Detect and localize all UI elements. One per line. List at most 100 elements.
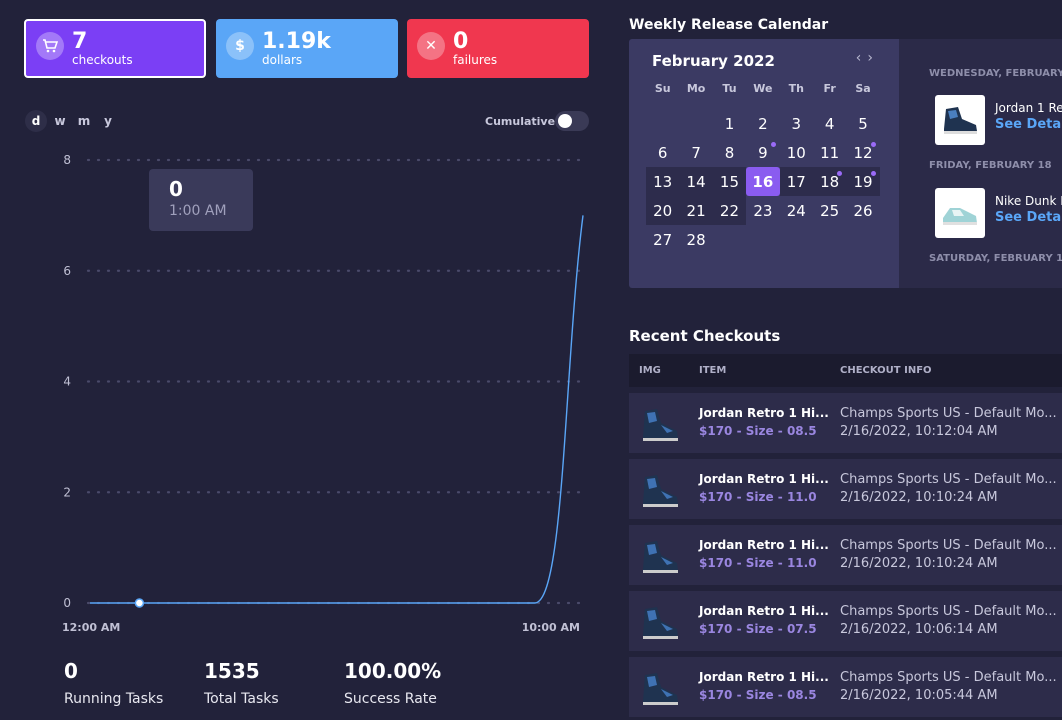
release-item[interactable]: Nike Dunk Low See Details	[935, 188, 1062, 238]
calendar-day-number: 21	[686, 201, 706, 220]
calendar-day[interactable]: 8	[713, 138, 746, 167]
sneaker-thumbnail	[643, 673, 678, 705]
release-dot-icon	[870, 171, 876, 176]
checkout-time: 2/16/2022, 10:10:24 AM	[840, 490, 998, 505]
weekday-header: We	[753, 81, 773, 95]
dollars-value: 1.19k	[262, 29, 331, 54]
header-img: IMG	[639, 365, 661, 376]
weekday-header: Mo	[686, 81, 706, 95]
calendar-day-number: 28	[686, 230, 706, 249]
calendar-day[interactable]: 12	[846, 138, 879, 167]
success-rate-label: Success Rate	[344, 691, 437, 707]
sneaker-thumbnail	[935, 188, 985, 238]
calendar-day-number: 5	[858, 114, 868, 133]
calendar-day-number: 8	[724, 143, 735, 162]
calendar-day[interactable]: 25	[813, 196, 846, 225]
calendar-day-number: 18	[820, 172, 840, 191]
calendar-day[interactable]: 26	[846, 196, 879, 225]
calendar-day[interactable]: 5	[846, 109, 879, 138]
table-row[interactable]: Jordan Retro 1 Hi... $170 - Size - 11.0 Ch…	[629, 525, 1062, 585]
item-name: Jordan Retro 1 Hi...	[699, 472, 829, 486]
calendar-day[interactable]: 28	[679, 225, 712, 254]
see-details-link[interactable]: See Details	[995, 117, 1062, 132]
calendar-day-number: 20	[653, 201, 673, 220]
series-line	[90, 215, 584, 604]
dollars-card[interactable]: $ 1.19k dollars	[216, 19, 398, 78]
tab-year[interactable]: y	[97, 110, 119, 132]
sneaker-thumbnail	[935, 95, 985, 145]
release-name: Jordan 1 Retro High	[995, 101, 1062, 115]
see-details-link[interactable]: See Details	[995, 210, 1062, 225]
table-row[interactable]: Jordan Retro 1 Hi... $170 - Size - 08.5 Ch…	[629, 657, 1062, 717]
calendar-day[interactable]: 23	[746, 196, 779, 225]
calendar-day-number: 16	[752, 172, 774, 191]
calendar-day[interactable]: 16	[746, 167, 780, 196]
calendar-empty	[646, 109, 679, 138]
calendar-day[interactable]: 15	[712, 167, 747, 196]
sneaker-thumbnail	[643, 541, 678, 573]
weekday-header: Th	[788, 81, 804, 95]
tab-month[interactable]: m	[73, 110, 95, 132]
cumulative-toggle[interactable]	[555, 111, 589, 131]
calendar-day[interactable]: 14	[679, 167, 713, 196]
chevron-left-icon[interactable]: ‹	[856, 50, 868, 66]
y-tick-label: 8	[63, 153, 71, 167]
failures-card[interactable]: ✕ 0 failures	[407, 19, 589, 78]
calendar-day-number: 26	[853, 201, 873, 220]
item-price-size: $170 - Size - 08.5	[699, 424, 817, 438]
y-tick-label: 0	[63, 596, 71, 610]
table-row[interactable]: Jordan Retro 1 Hi... $170 - Size - 11.0 Ch…	[629, 459, 1062, 519]
calendar-day[interactable]: 17	[779, 167, 813, 196]
table-row[interactable]: Jordan Retro 1 Hi... $170 - Size - 08.5 Ch…	[629, 393, 1062, 453]
calendar-day[interactable]: 20	[646, 196, 680, 225]
release-dot-icon	[837, 171, 843, 176]
release-item[interactable]: Jordan 1 Retro High See Details	[935, 95, 1062, 145]
calendar-day[interactable]: 27	[646, 225, 679, 254]
checkout-time: 2/16/2022, 10:05:44 AM	[840, 688, 998, 703]
item-price-size: $170 - Size - 11.0	[699, 556, 817, 570]
calendar-day[interactable]: 10	[780, 138, 813, 167]
cumulative-label: Cumulative	[485, 115, 556, 128]
cart-icon	[36, 32, 64, 60]
item-name: Jordan Retro 1 Hi...	[699, 670, 829, 684]
calendar-day[interactable]: 21	[679, 196, 713, 225]
calendar-day[interactable]: 6	[646, 138, 679, 167]
calendar-day[interactable]: 24	[780, 196, 813, 225]
table-row[interactable]: Jordan Retro 1 Hi... $170 - Size - 07.5 Ch…	[629, 591, 1062, 651]
calendar-day[interactable]: 13	[646, 167, 680, 196]
calendar-day[interactable]: 2	[746, 109, 779, 138]
item-name: Jordan Retro 1 Hi...	[699, 406, 829, 420]
chevron-right-icon[interactable]: ›	[867, 50, 879, 66]
calendar-day-number: 23	[753, 201, 773, 220]
header-checkout-info: CHECKOUT INFO	[840, 365, 932, 376]
y-tick-label: 6	[63, 264, 71, 278]
sneaker-thumbnail	[643, 409, 678, 441]
checkout-store: Champs Sports US - Default Mo...	[840, 670, 1057, 685]
calendar-day-number: 15	[719, 172, 740, 191]
calendar-day[interactable]: 7	[679, 138, 712, 167]
total-tasks-stat: 1535 Total Tasks	[204, 659, 279, 707]
calendar-day[interactable]: 9	[746, 138, 779, 167]
checkout-chart[interactable]: 0 2 4 6 8 12:00 AM 10:00 AM	[0, 140, 600, 640]
calendar-day[interactable]: 19	[846, 167, 880, 196]
checkouts-card[interactable]: 7 checkouts	[24, 19, 206, 78]
close-icon: ✕	[417, 32, 445, 60]
calendar-day[interactable]: 11	[813, 138, 846, 167]
item-name: Jordan Retro 1 Hi...	[699, 538, 829, 552]
calendar-day[interactable]: 22	[712, 196, 747, 225]
release-dot-icon	[770, 142, 776, 147]
release-calendar: February 2022 ‹› Su Mo Tu We Th Fr Sa 1 2 3 4 5 6 7 8 9…	[629, 39, 899, 288]
sneaker-thumbnail	[643, 607, 678, 639]
release-dot-icon	[870, 142, 876, 147]
tab-week[interactable]: w	[49, 110, 71, 132]
calendar-day[interactable]: 18	[812, 167, 847, 196]
calendar-day[interactable]: 4	[813, 109, 846, 138]
calendar-title: Weekly Release Calendar	[629, 17, 829, 33]
calendar-day[interactable]: 3	[780, 109, 813, 138]
calendar-day[interactable]: 1	[713, 109, 746, 138]
recent-checkouts-title: Recent Checkouts	[629, 327, 781, 345]
hover-point[interactable]	[134, 598, 145, 608]
checkout-store: Champs Sports US - Default Mo...	[840, 538, 1057, 553]
tab-day[interactable]: d	[25, 110, 47, 132]
calendar-day-number: 13	[653, 172, 673, 191]
